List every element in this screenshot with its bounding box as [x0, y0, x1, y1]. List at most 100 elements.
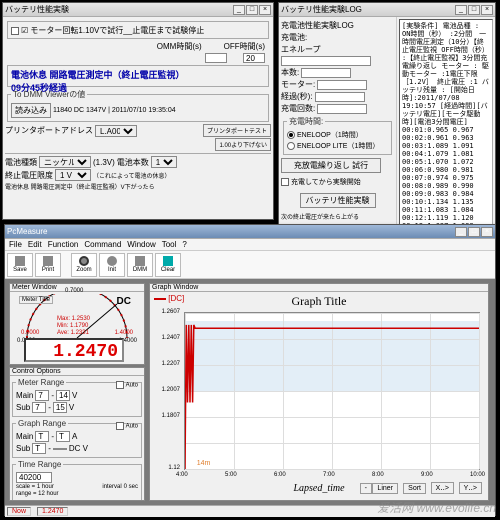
auto-label-2: Auto: [126, 424, 138, 430]
g-main-min-input[interactable]: T: [56, 431, 70, 442]
control-title[interactable]: Control Options: [10, 368, 144, 376]
off-input[interactable]: 20: [243, 53, 265, 63]
menu-file[interactable]: File: [9, 240, 22, 249]
tb-clear[interactable]: Clear: [155, 253, 181, 277]
end-label: 経過(秒):: [281, 91, 313, 102]
cutoff-select[interactable]: 1 V: [55, 169, 91, 181]
radio-eneloop[interactable]: [287, 131, 295, 139]
g-main-unit: A: [72, 432, 77, 441]
qty-input[interactable]: [301, 68, 351, 78]
tb-print[interactable]: Print: [35, 253, 61, 277]
minimize-icon[interactable]: _: [233, 5, 245, 15]
auto-label-1: Auto: [126, 383, 138, 389]
prop-test-button[interactable]: バッテリ性能実験: [300, 193, 376, 208]
menu-edit[interactable]: Edit: [28, 240, 42, 249]
zoom-icon: [79, 256, 89, 266]
tb-init[interactable]: Init: [99, 253, 125, 277]
maximize-icon[interactable]: □: [246, 5, 258, 15]
float-btn-x[interactable]: X‥>: [431, 482, 454, 494]
charge-input[interactable]: [317, 104, 367, 114]
charge-time-label: 充電時間:: [287, 116, 325, 127]
port-lower-button[interactable]: 1.00より下げない: [215, 138, 271, 151]
main-unit: V: [72, 391, 77, 400]
g-sub-max-input[interactable]: T: [32, 443, 46, 454]
print-icon: [43, 256, 53, 266]
sub-min-input[interactable]: 15: [53, 402, 67, 413]
motor-cutoff-checkbox[interactable]: [11, 27, 19, 35]
menu-tool[interactable]: Tool: [162, 240, 177, 249]
port-test-button[interactable]: プリンタポートテスト: [203, 124, 271, 137]
after-charge-label: 充電してから実験開始: [291, 177, 361, 187]
baud-field: (1.3V): [93, 158, 115, 167]
cell-count-label: 電池本数: [117, 157, 149, 168]
x-tick: 7:00: [323, 472, 335, 478]
main-min-input[interactable]: 14: [56, 390, 70, 401]
log-textarea[interactable]: [実験条件] 電池品種 : ON時間（秒） :2分間 一時間電圧測定（10分）【…: [399, 19, 493, 237]
cell-kind-select[interactable]: ニッケル水素: [39, 156, 91, 168]
auto-checkbox-2[interactable]: [116, 422, 124, 430]
menu-help[interactable]: ?: [182, 240, 186, 249]
float-btn-sort[interactable]: Sort: [403, 483, 426, 494]
radio-lite[interactable]: [287, 142, 295, 150]
float-btn-1[interactable]: -: [360, 483, 372, 494]
read-button[interactable]: 読み込み: [11, 103, 51, 118]
clear-icon: [163, 256, 173, 266]
g-main-max-input[interactable]: T: [35, 431, 49, 442]
winA-title: バッテリ性能実験: [5, 4, 69, 15]
float-btn-liner[interactable]: Liner: [372, 483, 398, 494]
auto-checkbox-1[interactable]: [116, 381, 124, 389]
battery-input[interactable]: [281, 56, 371, 66]
charge-cycle-button[interactable]: 充放電繰り返し 試行: [281, 158, 381, 173]
menu-window[interactable]: Window: [127, 240, 155, 249]
gauge-title: Meter Title: [19, 296, 53, 304]
time-range-legend: Time Range: [16, 460, 63, 469]
tb-save[interactable]: Save: [7, 253, 33, 277]
status-reading: 1.2470: [37, 507, 68, 516]
gauge: DC 0.0000 1.4000 0.0000 0.7000 1.4000 Ma…: [17, 294, 137, 344]
g-main-label: Main: [16, 432, 33, 441]
printer-port-select[interactable]: L.A00h: [95, 125, 137, 137]
tb-zoom[interactable]: Zoom: [71, 253, 97, 277]
end-input[interactable]: [315, 92, 365, 102]
save-icon: [15, 256, 25, 266]
winB-titlebar[interactable]: バッテリ性能実験LOG _ □ ×: [279, 3, 495, 17]
g-sub-min-input[interactable]: [53, 448, 67, 450]
status-now-label: Now: [7, 507, 31, 516]
graph-range-legend: Graph Range: [16, 419, 68, 428]
motor-input[interactable]: [317, 80, 367, 90]
graph-pane-title[interactable]: Graph Window: [150, 284, 488, 292]
winC-maximize-icon[interactable]: □: [468, 227, 480, 237]
menu-function[interactable]: Function: [48, 240, 79, 249]
tb-dmm[interactable]: DMM: [127, 253, 153, 277]
winB-close-icon[interactable]: ×: [481, 5, 493, 15]
winB-maximize-icon[interactable]: □: [468, 5, 480, 15]
qty-label: 本数:: [281, 67, 299, 78]
stat-min: Min: 1.1790: [57, 323, 90, 330]
after-charge-checkbox[interactable]: [281, 178, 289, 186]
main-max-input[interactable]: 7: [35, 390, 49, 401]
close-icon[interactable]: ×: [259, 5, 271, 15]
sub-max-input[interactable]: 7: [32, 402, 46, 413]
winC-close-icon[interactable]: ×: [481, 227, 493, 237]
winA-titlebar[interactable]: バッテリ性能実験 _ □ ×: [3, 3, 273, 17]
off-label: OFF時間(s): [224, 41, 265, 52]
opt-lite: ENELOOP LITE（1時間）: [297, 141, 379, 151]
footer-note: 電池休息 開路電圧測定中（終止電圧監視）V下がったら: [5, 182, 155, 191]
x-tick: 6:00: [274, 472, 286, 478]
next-label: 次の終止電圧が来たら上がる: [281, 212, 359, 221]
omm-input[interactable]: [205, 53, 227, 63]
meter-reading: 1.2470: [24, 338, 124, 362]
time-range-input[interactable]: 40200: [16, 472, 52, 483]
float-btn-y[interactable]: Y‥>: [459, 482, 482, 494]
menu-command[interactable]: Command: [84, 240, 121, 249]
cell-kind-label: 電池種類: [5, 157, 37, 168]
scale-label: scale = 1 hour: [16, 484, 54, 490]
winB-title: バッテリ性能実験LOG: [281, 4, 362, 15]
winB-minimize-icon[interactable]: _: [455, 5, 467, 15]
dmm-icon: [135, 256, 145, 266]
cell-count-select[interactable]: 1: [151, 156, 177, 168]
toolbar: Save Print Zoom Init DMM Clear: [5, 251, 495, 279]
charge-label: 充電回数:: [281, 103, 315, 114]
winC-titlebar[interactable]: PcMeasure _ □ ×: [5, 225, 495, 239]
winC-minimize-icon[interactable]: _: [455, 227, 467, 237]
